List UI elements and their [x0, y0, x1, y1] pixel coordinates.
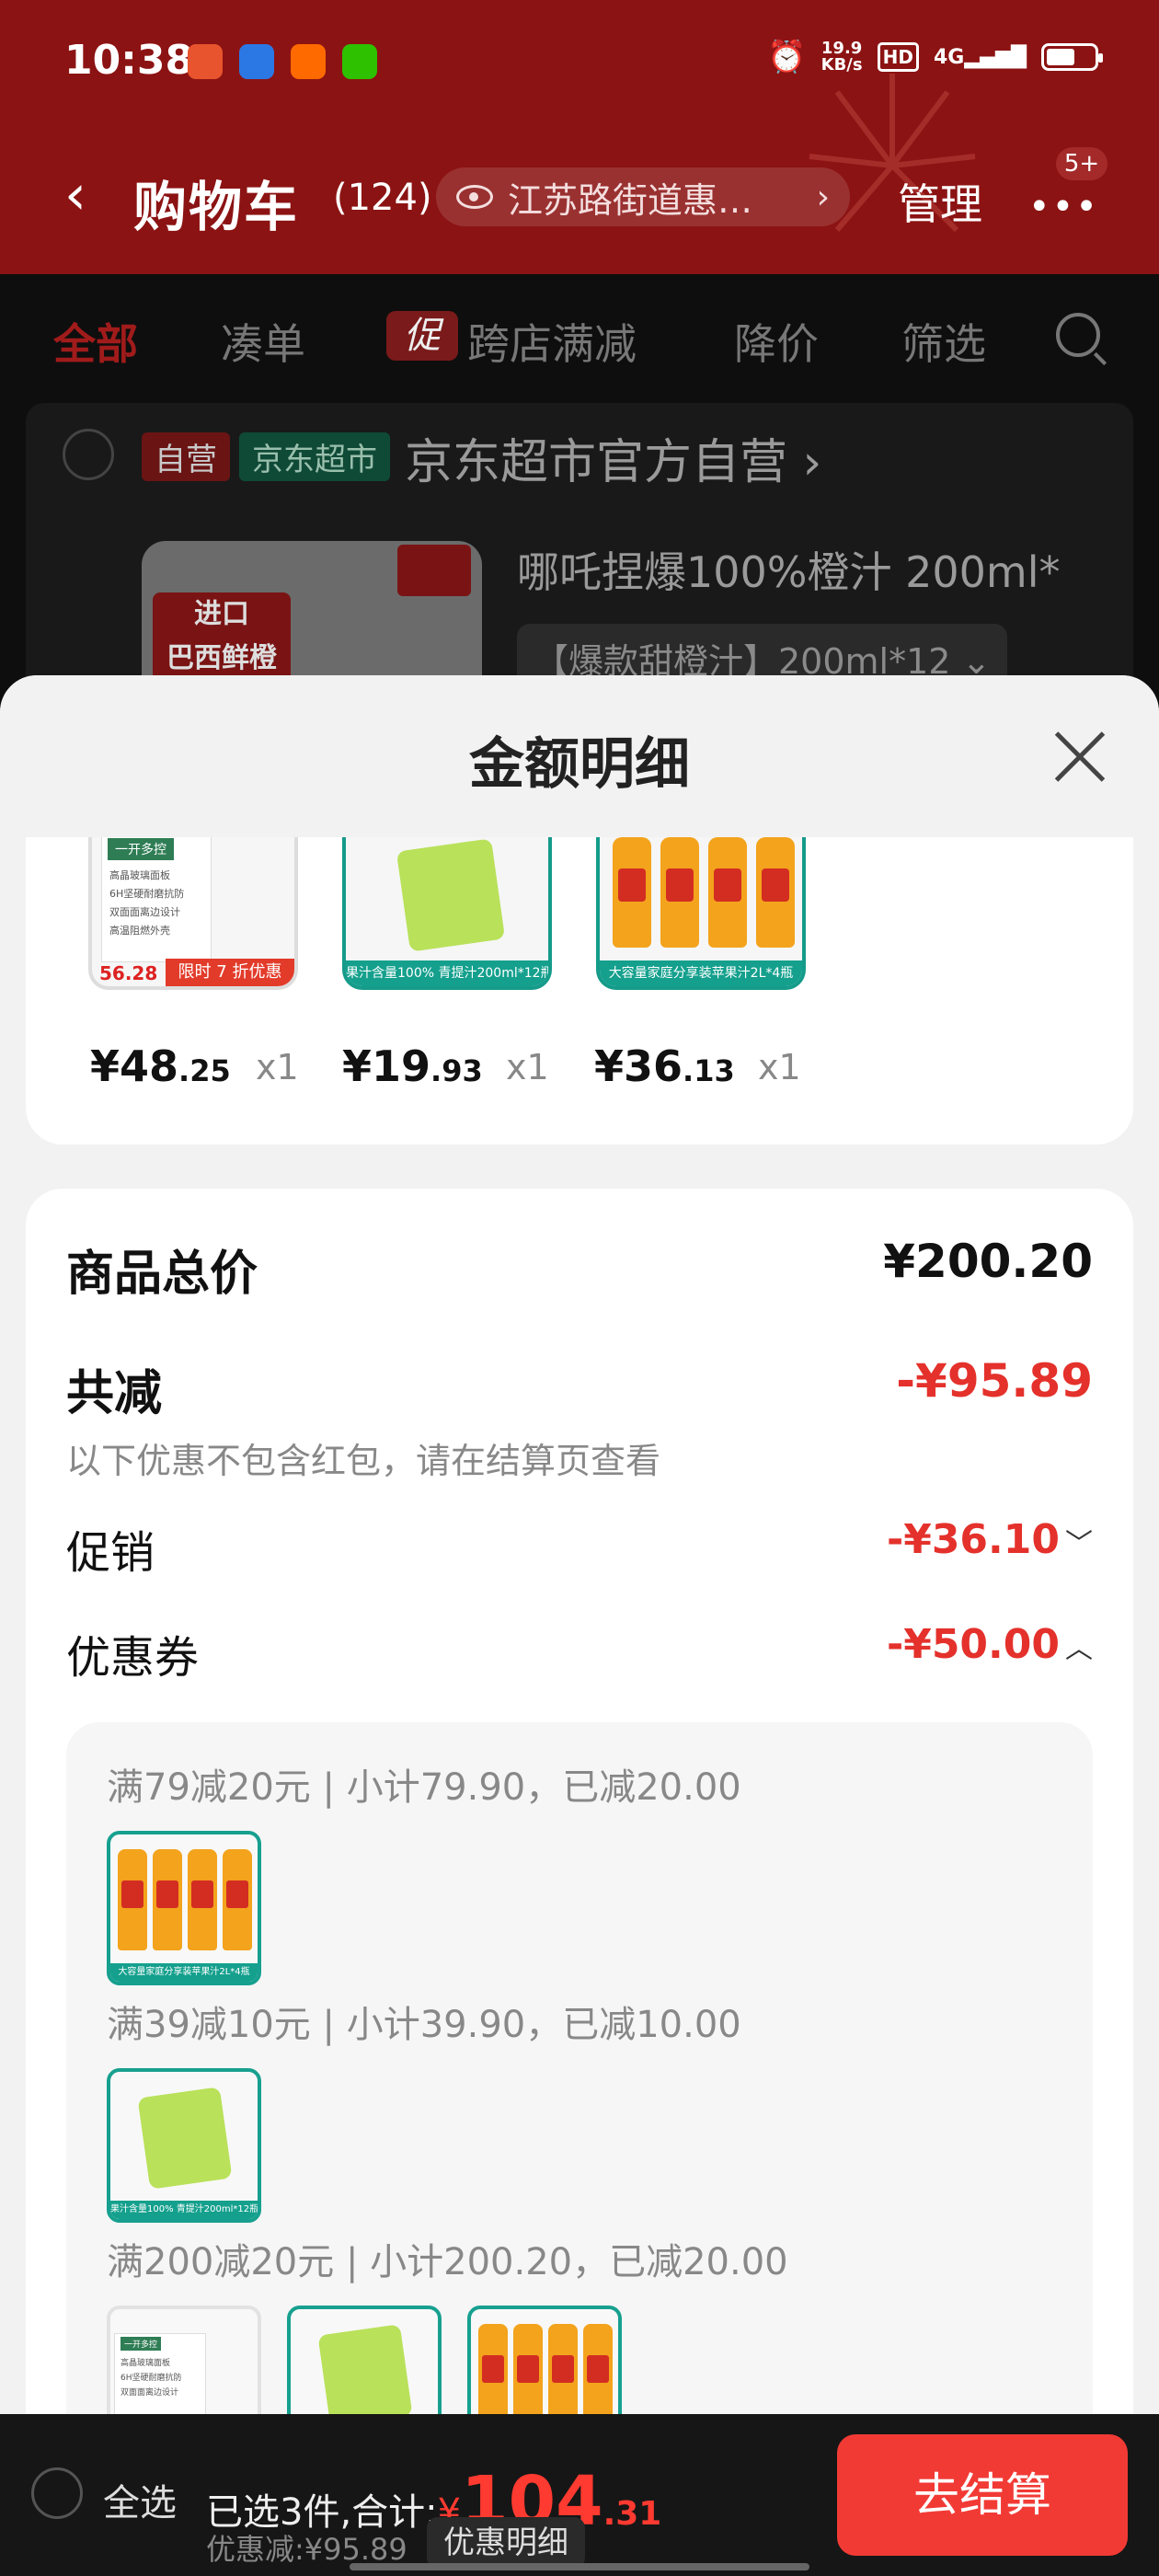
- juice-pack-image: [396, 838, 506, 952]
- promo-icon: 促: [386, 311, 458, 361]
- product-name[interactable]: 哪吒捏爆100%橙汁 200ml*: [517, 539, 1061, 600]
- mail-notification-icon: [239, 44, 274, 79]
- reduce-label: 共减: [66, 1366, 163, 1421]
- wechat-notification-icon: [342, 44, 377, 79]
- select-all-label[interactable]: 全选: [103, 2473, 177, 2526]
- tab-all[interactable]: 全部: [53, 311, 138, 372]
- bottle-image: [613, 837, 651, 948]
- coupon-product-grape-juice[interactable]: 果汁含量100% 青提汁200ml*12瓶: [107, 2068, 261, 2223]
- coupon-product-switch[interactable]: 一开多控 高晶玻璃面板 6H坚硬耐磨抗防 双面面离边设计: [107, 2306, 261, 2414]
- battery-icon: [1041, 43, 1103, 71]
- page-title: 购物车: [133, 176, 300, 238]
- alarm-icon: ⏰: [767, 39, 807, 75]
- coupon-line: 满79减20元 | 小计79.90，已减20.00: [107, 1766, 741, 1809]
- bottle-image: [660, 837, 699, 948]
- store-checkbox[interactable]: [63, 429, 114, 480]
- app-notification-icon: [188, 44, 223, 79]
- hd-icon: HD: [877, 42, 919, 72]
- filter-tabs: 全部 凑单 促跨店满减 降价 筛选: [0, 274, 1159, 405]
- tab-price-drop[interactable]: 降价: [734, 311, 819, 372]
- amount-detail-sheet: 金额明细 一开多控 高晶玻璃面板 6H坚硬耐磨抗防 双面面离边设计 高温阻燃外壳…: [0, 675, 1159, 2414]
- taobao-notification-icon: [291, 44, 326, 79]
- top-bar: 10:38 ⏰ 19.9 KB/s HD 4G▂▄▆█ ‹ 购物车 (124) 江…: [0, 0, 1159, 274]
- product-thumb-switch[interactable]: 一开多控 高晶玻璃面板 6H坚硬耐磨抗防 双面面离边设计 高温阻燃外壳 56.2…: [88, 837, 298, 990]
- status-right: ⏰ 19.9 KB/s HD 4G▂▄▆█: [767, 39, 1103, 75]
- coupon-line: 满39减10元 | 小计39.90，已减10.00: [107, 2004, 741, 2046]
- address-selector[interactable]: 江苏路街道惠… ›: [436, 167, 850, 226]
- net-speed: 19.9 KB/s: [820, 39, 863, 75]
- product-label: 果汁含量100% 青提汁200ml*12瓶: [110, 2201, 258, 2219]
- coupon-product-grape-juice[interactable]: [287, 2306, 442, 2414]
- coupon-product-apple-juice[interactable]: 大容量家庭分享装苹果汁2L*4瓶: [107, 1831, 261, 1985]
- jd-market-tag: 京东超市: [239, 432, 390, 481]
- product-list-card: 一开多控 高晶玻璃面板 6H坚硬耐磨抗防 双面面离边设计 高温阻燃外壳 56.2…: [26, 837, 1133, 1144]
- coupon-line: 满200减20元 | 小计200.20，已减20.00: [107, 2241, 788, 2283]
- reduce-value: -¥95.89: [896, 1354, 1093, 1408]
- manage-button[interactable]: 管理: [898, 171, 982, 232]
- price-breakdown-card: 商品总价 ¥200.20 共减 -¥95.89 以下优惠不包含红包，请在结算页查…: [26, 1189, 1133, 2414]
- festival-badge: [397, 545, 471, 596]
- product-label: 大容量家庭分享装苹果汁2L*4瓶: [110, 1963, 258, 1982]
- tab-cross-store[interactable]: 促跨店满减: [386, 311, 637, 372]
- promo-strip: 限时 7 折优惠: [166, 959, 294, 986]
- coupon-details: 满79减20元 | 小计79.90，已减20.00 大容量家庭分享装苹果汁2L*…: [66, 1722, 1093, 2414]
- coupon-label: 优惠券: [66, 1632, 200, 1684]
- store-name[interactable]: 京东超市官方自营 ›: [405, 423, 821, 492]
- product-qty: x1: [758, 1047, 801, 1087]
- product-price: ¥36.13: [594, 1041, 735, 1091]
- cart-count: (124): [333, 177, 432, 219]
- cart-header: ‹ 购物车 (124) 江苏路街道惠… › 管理 ••• 5+: [0, 147, 1159, 248]
- product-price: ¥48.25: [90, 1041, 231, 1091]
- product-qty: x1: [256, 1047, 299, 1087]
- coupon-row[interactable]: -¥50.00 ︿: [887, 1621, 1093, 1668]
- promo-label: 促销: [66, 1527, 155, 1579]
- product-qty: x1: [506, 1047, 549, 1087]
- product-label: 大容量家庭分享装苹果汁2L*4瓶: [600, 960, 802, 986]
- sheet-header: 金额明细: [0, 675, 1159, 837]
- product-price: ¥19.93: [342, 1041, 483, 1091]
- chevron-up-icon: ︿: [1065, 1633, 1093, 1665]
- close-icon[interactable]: [1052, 730, 1106, 784]
- self-operated-tag: 自营: [142, 432, 230, 481]
- promo-row[interactable]: -¥36.10 ﹀: [887, 1516, 1093, 1563]
- status-bar: 10:38 ⏰ 19.9 KB/s HD 4G▂▄▆█: [0, 0, 1159, 120]
- select-all-checkbox[interactable]: [31, 2467, 83, 2519]
- eye-icon: [456, 185, 493, 209]
- status-time: 10:38: [64, 37, 194, 84]
- product-label: 果汁含量100% 青提汁200ml*12瓶: [346, 960, 548, 986]
- total-label: 商品总价: [66, 1247, 258, 1302]
- old-price: 56.28: [99, 962, 158, 984]
- discount-detail-button[interactable]: 优惠明细: [427, 2517, 585, 2569]
- search-icon[interactable]: [1056, 313, 1100, 357]
- more-icon[interactable]: •••: [1028, 186, 1099, 228]
- product-thumb-grape-juice[interactable]: 果汁含量100% 青提汁200ml*12瓶: [342, 837, 552, 990]
- message-badge: 5+: [1056, 147, 1107, 180]
- reduce-hint: 以下优惠不包含红包，请在结算页查看: [66, 1441, 661, 1481]
- chevron-right-icon: ›: [816, 178, 830, 216]
- signal-icon: 4G▂▄▆█: [933, 45, 1027, 69]
- back-arrow-icon[interactable]: ‹: [64, 167, 86, 223]
- notification-icons: [188, 44, 377, 79]
- product-thumb-apple-juice[interactable]: 大容量家庭分享装苹果汁2L*4瓶: [596, 837, 806, 990]
- checkout-bar: 全选 已选3件,合计:¥104.31 优惠减:¥95.89 优惠明细 去结算: [0, 2414, 1159, 2576]
- total-value: ¥200.20: [883, 1235, 1093, 1288]
- sheet-title: 金额明细: [469, 732, 690, 797]
- chevron-down-icon: ﹀: [1065, 1528, 1093, 1560]
- home-indicator[interactable]: [350, 2563, 809, 2570]
- address-text: 江苏路街道惠…: [508, 179, 753, 221]
- bottle-image: [756, 837, 795, 948]
- checkout-button[interactable]: 去结算: [837, 2434, 1128, 2556]
- coupon-product-apple-juice[interactable]: [467, 2306, 622, 2414]
- bottle-image: [708, 837, 747, 948]
- tab-bundle[interactable]: 凑单: [221, 311, 305, 372]
- switch-panel-image: 一开多控 高晶玻璃面板 6H坚硬耐磨抗防 双面面离边设计 高温阻燃外壳: [101, 837, 212, 962]
- tab-filter[interactable]: 筛选: [901, 311, 986, 372]
